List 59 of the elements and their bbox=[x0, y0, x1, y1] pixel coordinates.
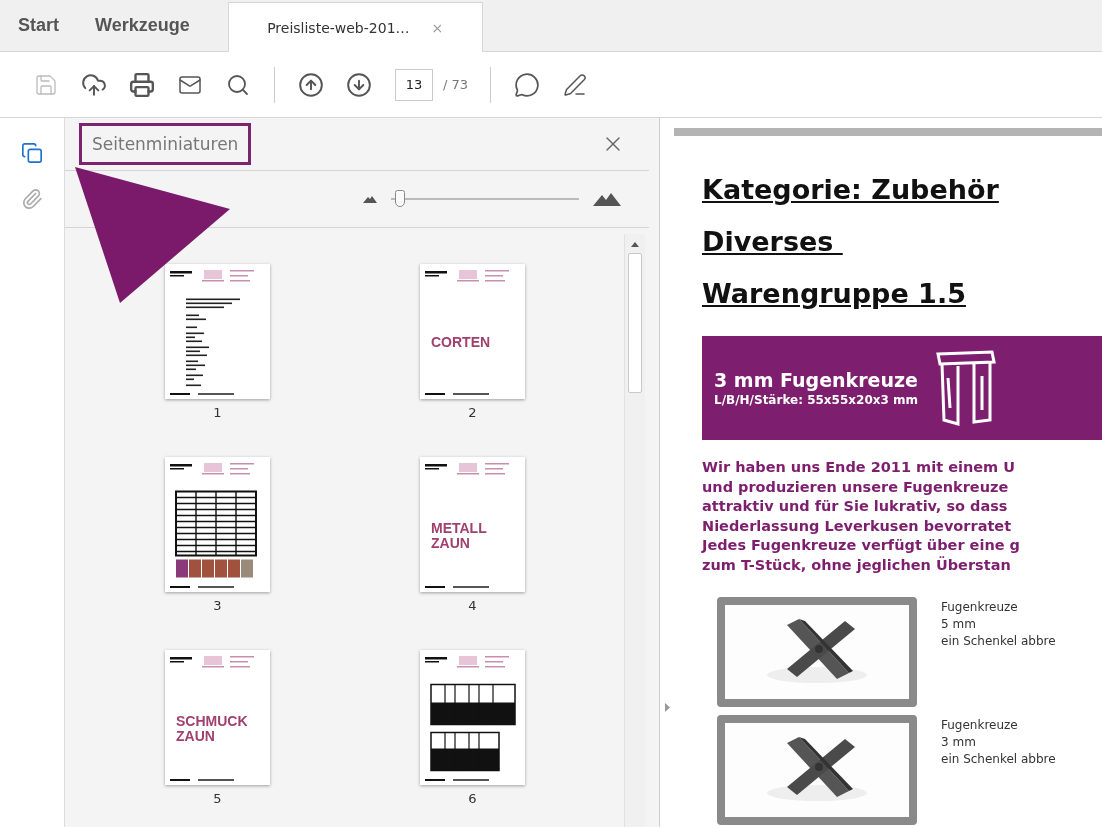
description-line: Jedes Fugenkreuze verfügt über eine g bbox=[702, 536, 1021, 555]
banner-subtitle: L/B/H/Stärke: 55x55x20x3 mm bbox=[714, 393, 918, 407]
page-thumbnail[interactable]: SCHMUCK ZAUN bbox=[165, 650, 270, 785]
panel-title: Seitenminiaturen bbox=[79, 123, 252, 165]
slider-thumb[interactable] bbox=[395, 190, 406, 207]
page-number: 4 bbox=[468, 598, 477, 613]
pages-icon bbox=[21, 142, 43, 164]
page-total: / 73 bbox=[443, 77, 469, 92]
paperclip-icon bbox=[21, 188, 43, 210]
page-number: 6 bbox=[468, 791, 477, 806]
page-thumbnail[interactable] bbox=[165, 457, 270, 592]
page-number-field[interactable]: 13 bbox=[395, 68, 433, 101]
scroll-thumb[interactable] bbox=[628, 253, 642, 393]
document-heading: Warengruppe 1.5 bbox=[702, 277, 967, 311]
banner-title: 3 mm Fugenkreuze bbox=[714, 369, 918, 391]
product-text: ein Schenkel abbre bbox=[941, 751, 1056, 768]
description-line: Wir haben uns Ende 2011 mit einem U bbox=[702, 458, 1017, 477]
thumbnail-title: ZAUN bbox=[431, 535, 471, 551]
description-line: attraktiv und für Sie lukrativ, so dass bbox=[702, 497, 1009, 516]
description-line: und produzieren unsere Fugenkreuze bbox=[702, 477, 1010, 497]
speech-bubble-icon bbox=[514, 71, 541, 98]
cloud-upload-icon bbox=[81, 71, 107, 98]
small-mountain-icon bbox=[363, 195, 377, 203]
expand-arrow-icon[interactable] bbox=[664, 703, 670, 712]
page-number: 2 bbox=[468, 405, 477, 420]
product-text: 3 mm bbox=[941, 734, 977, 751]
product-text: Fugenkreuze bbox=[941, 599, 1019, 616]
document-tab-label: Preisliste-web-201… bbox=[267, 19, 410, 36]
stone-arch-icon bbox=[934, 348, 998, 428]
document-heading: Kategorie: Zubehör bbox=[702, 173, 1000, 207]
page-thumbnail[interactable] bbox=[165, 264, 270, 399]
product-text: ein Schenkel abbre bbox=[941, 633, 1056, 650]
thumbnail-title: METALL bbox=[431, 520, 488, 536]
product-text: Fugenkreuze bbox=[941, 717, 1019, 734]
thumbnail-title: ZAUN bbox=[176, 728, 216, 744]
size-slider[interactable] bbox=[391, 190, 579, 208]
scrollbar[interactable] bbox=[624, 234, 645, 827]
large-mountain-icon bbox=[593, 192, 621, 206]
save-icon bbox=[34, 72, 58, 97]
thumbnail-title: CORTEN bbox=[431, 335, 492, 350]
scroll-up-icon bbox=[631, 242, 639, 247]
arrow-up-icon bbox=[298, 71, 324, 98]
description-line: Niederlassung Leverkusen bevorratet bbox=[702, 516, 1013, 536]
thumbnail-title: SCHMUCK bbox=[176, 713, 249, 729]
nav-tab[interactable]: Werkzeuge bbox=[77, 0, 208, 51]
pen-icon bbox=[563, 72, 588, 97]
nav-tab[interactable]: Start bbox=[0, 0, 77, 51]
search-icon bbox=[226, 72, 250, 97]
page-thumbnail[interactable]: METALL ZAUN bbox=[420, 457, 525, 592]
page-thumbnail[interactable] bbox=[420, 650, 525, 785]
document-tab[interactable]: Preisliste-web-201… × bbox=[227, 2, 483, 52]
page-number: 1 bbox=[213, 405, 222, 420]
page-number: 5 bbox=[213, 791, 222, 806]
product-text: 5 mm bbox=[941, 616, 977, 633]
printer-icon bbox=[129, 71, 155, 98]
arrow-down-icon bbox=[346, 71, 372, 98]
page-thumbnail[interactable]: CORTEN bbox=[420, 264, 525, 399]
page-number: 3 bbox=[213, 598, 222, 613]
description-line: zum T-Stück, ohne jeglichen Überstan bbox=[702, 555, 1012, 575]
